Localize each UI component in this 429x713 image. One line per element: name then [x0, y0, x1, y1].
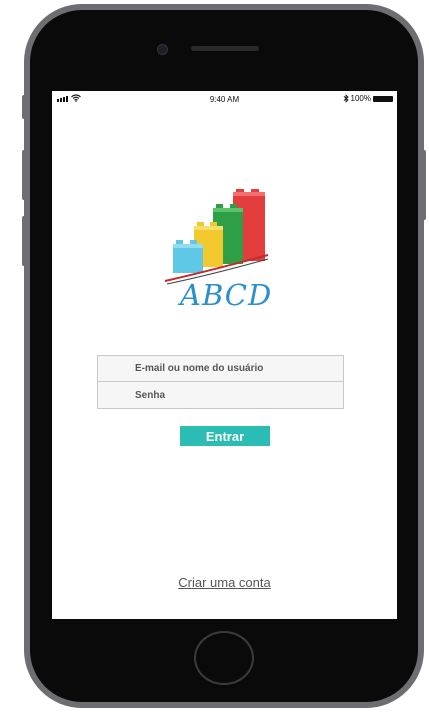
app-screen: 9:40 AM 100% ABCD E-mail ou nome do usuá…	[52, 91, 397, 619]
logo-text: ABCD	[177, 278, 272, 311]
logo-bricks-icon: ABCD	[164, 189, 272, 312]
app-logo: ABCD	[164, 189, 274, 312]
email-field[interactable]	[98, 356, 343, 381]
password-field[interactable]	[98, 382, 343, 408]
front-camera	[157, 44, 168, 55]
battery-percent: 100%	[350, 94, 371, 103]
volume-down-button	[22, 216, 26, 266]
status-bar: 9:40 AM 100%	[52, 91, 397, 109]
email-field-box	[97, 355, 344, 382]
mute-switch	[22, 95, 26, 119]
login-form	[97, 355, 344, 409]
password-field-box	[97, 382, 344, 409]
status-right: 100%	[343, 94, 393, 103]
login-button[interactable]: Entrar	[180, 426, 270, 446]
power-button	[422, 150, 426, 220]
volume-up-button	[22, 150, 26, 200]
bluetooth-icon	[343, 94, 349, 103]
earpiece-speaker	[191, 46, 259, 51]
battery-icon	[373, 95, 393, 102]
create-account-link[interactable]: Criar uma conta	[52, 575, 397, 590]
home-button[interactable]	[194, 631, 254, 685]
